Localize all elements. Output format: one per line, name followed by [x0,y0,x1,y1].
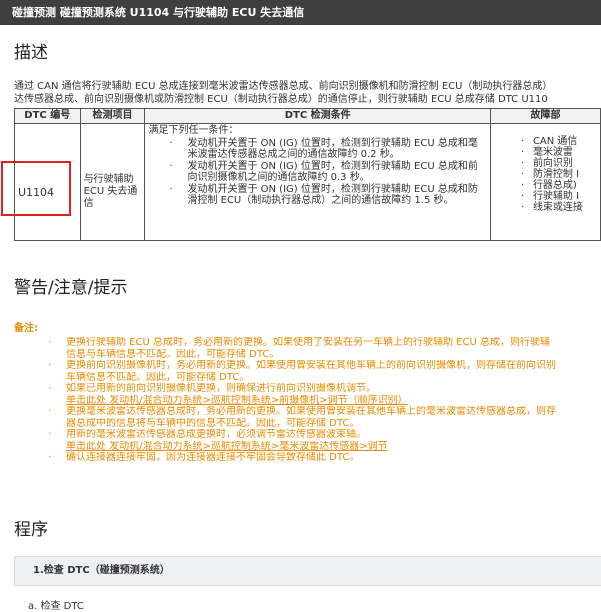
note-item: 如果已用新的前向识别摄像机更换，则确保进行前向识别摄像机调节。 [48,383,601,395]
note-item-continuation: 信息与车辆信息不匹配。因此，可能存储 DTC。 [66,348,280,360]
list-item: 发动机开关置于 ON (IG) 位置时，检测到行驶辅助 ECU 总成和防滑控制 … [169,184,483,206]
note-item: 用新的毫米波雷达传感器总成更换时，必须调节雷达传感器波束轴。 [48,429,601,441]
col-header-dtc-code: DTC 编号 [14,108,81,124]
note-item: 确认连接器连接牢固，因为连接器连接不牢固会导致存储此 DTC。 [48,452,601,464]
section-title-warnings: 警告/注意/提示 [14,278,128,298]
procedure-step-title: 1.检查 DTC（碰撞预测系统） [33,565,170,576]
radar-sensor-adjust-link[interactable]: 单击此处 发动机/混合动力系统>巡航控制系统>毫米波雷达传感器>调节 [48,441,601,453]
notes-list: 更换行驶辅助 ECU 总成时，务必用新的更换。如果使用了安装在另一车辆上的行驶辅… [48,337,601,464]
procedure-step-text: a. 检查 DTC [28,597,84,612]
condition-list: 发动机开关置于 ON (IG) 位置时，检测到行驶辅助 ECU 总成和毫米波雷达… [145,138,489,206]
fault-area-list: CAN 通信 毫米波雷 前向识别 防滑控制 I 行器总成) 行驶辅助 I 线束或… [491,124,600,213]
list-item: 前向识别 [521,158,600,169]
list-item: 发动机开关置于 ON (IG) 位置时，检测到行驶辅助 ECU 总成和毫米波雷达… [169,138,483,160]
list-item: 毫米波雷 [521,147,600,158]
step-number-icon: a. [28,601,41,612]
col-header-fault-area: 故障部 [489,108,601,124]
note-item-continuation: 器总成中的信息将与车辆中的信息不匹配。因此，可能存储 DTC。 [66,417,360,429]
page-header-bar: 碰撞预测 碰撞预测系统 U1104 与行驶辅助 ECU 失去通信 [0,0,601,25]
notes-label: 备注: [14,323,38,334]
section-title-description: 描述 [14,43,48,63]
header-title: 碰撞预测 碰撞预测系统 U1104 与行驶辅助 ECU 失去通信 [12,6,305,19]
dtc-code-highlight-box [1,161,71,216]
list-item: 线束或连接 [521,202,600,213]
step-label: 检查 DTC [40,601,84,612]
col-header-detection-condition: DTC 检测条件 [144,108,491,124]
note-item: 更换行驶辅助 ECU 总成时，务必用新的更换。如果使用了安装在另一车辆上的行驶辅… [48,337,601,349]
table-row: U1104 与行驶辅助 ECU 失去通信 满足下列任一条件： 发动机开关置于 O… [14,123,601,241]
description-line: 达传感器总成、前向识别摄像机或防滑控制 ECU（制动执行器总成）的通信停止，则行… [14,94,548,105]
note-item: 更换毫米波雷达传感器总成时，务必用新的更换。如果使用曾安装在其他车辆上的毫米波雷… [48,406,601,418]
col-header-detection-item: 检测项目 [79,108,146,124]
note-item: 更换前向识别摄像机时，务必用新的更换。如果使用曾安装在其他车辆上的前向识别摄像机… [48,360,601,372]
front-camera-adjust-link[interactable]: 单击此处 发动机/混合动力系统>巡航控制系统>前摄像机>调节（顺序识别） [48,395,601,407]
note-item-continuation: 车辆信息不匹配。因此，可能存储 DTC。 [66,371,250,383]
list-item: 发动机开关置于 ON (IG) 位置时，检测到行驶辅助 ECU 总成和前向识别摄… [169,161,483,183]
list-item: 防滑控制 I [521,169,600,180]
description-text: 通过 CAN 通信将行驶辅助 ECU 总成连接到毫米波雷达传感器总成、前向识别摄… [14,80,601,106]
procedure-step-header[interactable]: 1.检查 DTC（碰撞预测系统） [14,556,601,586]
table-header-row: DTC 编号 检测项目 DTC 检测条件 故障部 [14,108,601,124]
description-line: 通过 CAN 通信将行驶辅助 ECU 总成连接到毫米波雷达传感器总成、前向识别摄… [14,81,553,92]
list-item: CAN 通信 [521,136,600,147]
detection-item: 与行驶辅助 ECU 失去通信 [83,174,138,209]
dtc-table: DTC 编号 检测项目 DTC 检测条件 故障部 U1104 与行驶辅助 ECU… [14,108,601,241]
condition-lead: 满足下列任一条件： [148,125,239,136]
list-item: 行器总成) [521,180,600,191]
list-item: 行驶辅助 I [521,191,600,202]
section-title-procedure: 程序 [14,520,48,540]
